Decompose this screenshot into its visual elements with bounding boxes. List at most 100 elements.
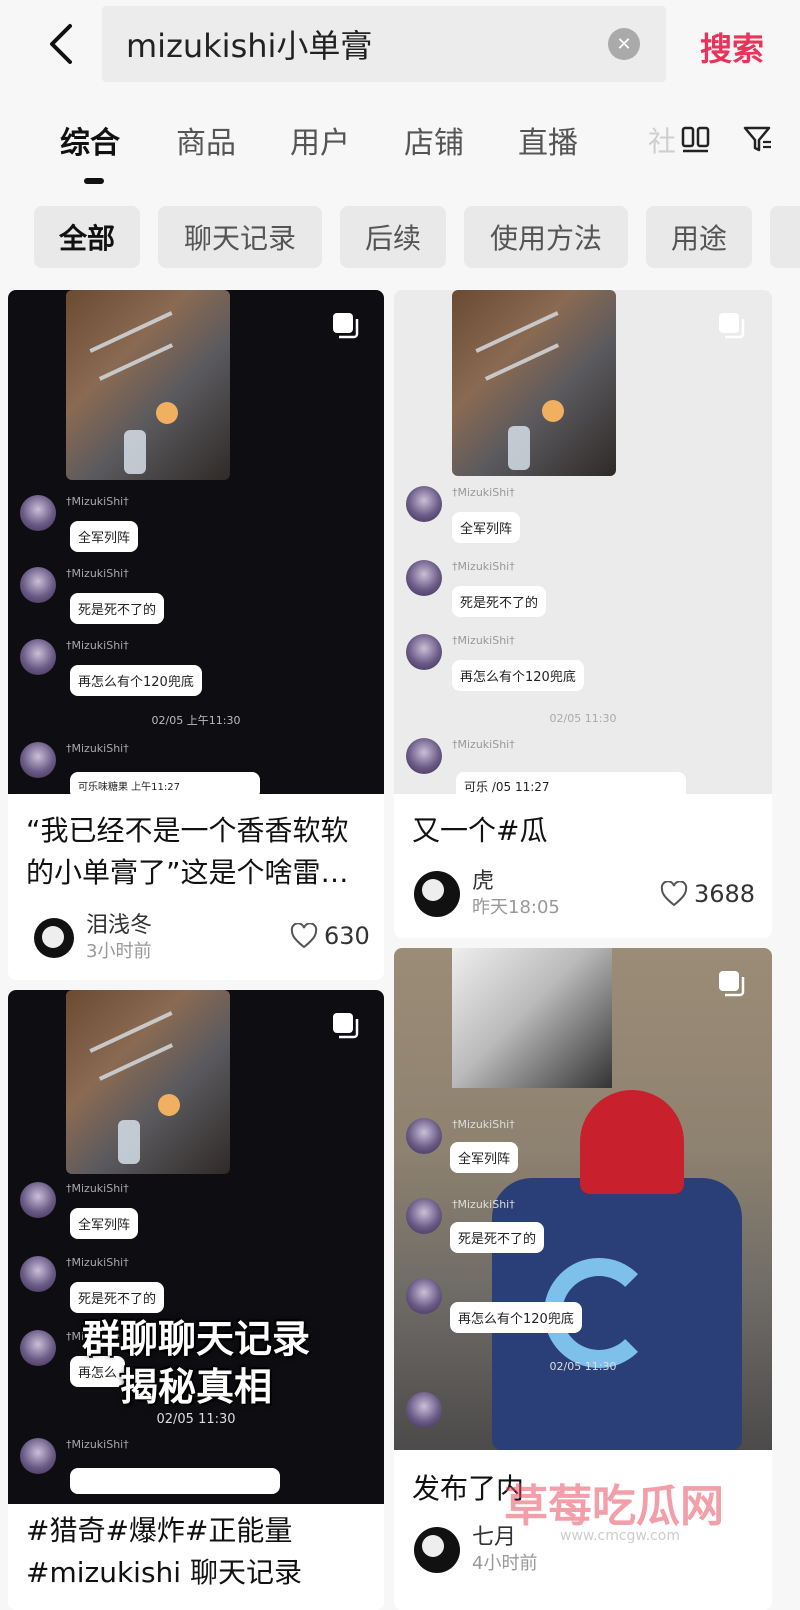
card-author[interactable]: 泪浅冬 3小时前 bbox=[34, 912, 152, 964]
multi-image-icon bbox=[719, 971, 745, 997]
tab-general[interactable]: 综合 bbox=[60, 118, 120, 162]
chat-message: †MizukiShi† 可乐味糖果 上午11:27 bbox=[8, 742, 384, 794]
chat-username: †MizukiShi† bbox=[66, 495, 129, 508]
chat-avatar bbox=[406, 1118, 442, 1154]
active-tab-indicator bbox=[84, 178, 104, 184]
chip-more-partial[interactable] bbox=[770, 206, 800, 268]
clear-search-button[interactable]: ✕ bbox=[608, 28, 640, 60]
chat-bubble: 再怎么有个120兜底 bbox=[450, 1302, 582, 1333]
watermark-text: 草莓吃瓜网 bbox=[504, 1481, 724, 1532]
chat-username: †MizukiShi† bbox=[452, 1198, 515, 1211]
chat-message: †MizukiShi† 全军列阵 bbox=[8, 495, 384, 565]
chat-username: †MizukiShi† bbox=[452, 560, 515, 573]
chat-avatar bbox=[406, 1392, 442, 1428]
chat-avatar bbox=[20, 1438, 56, 1474]
layout-toggle-icon[interactable] bbox=[680, 122, 712, 156]
tab-shops[interactable]: 店铺 bbox=[404, 118, 464, 162]
chat-avatar bbox=[20, 742, 56, 778]
post-time: 4小时前 bbox=[472, 1553, 538, 1574]
chip-purpose[interactable]: 用途 bbox=[646, 206, 752, 268]
result-card[interactable]: †MizukiShi† 全军列阵 †MizukiShi† 死是死不了的 †Miz… bbox=[8, 290, 384, 980]
chat-bubble: 再怎么有个120兜底 bbox=[452, 660, 584, 691]
chip-follow-up[interactable]: 后续 bbox=[340, 206, 446, 268]
card-title-line2: #mizukishi 聊天记录 bbox=[26, 1556, 302, 1589]
heart-icon bbox=[290, 923, 318, 949]
screenshot-photo bbox=[66, 990, 230, 1174]
author-name: 虎 bbox=[472, 869, 495, 894]
author-avatar bbox=[414, 1527, 460, 1573]
author-avatar bbox=[34, 918, 74, 958]
multi-image-icon bbox=[719, 313, 745, 339]
result-card[interactable]: †MizukiShi† 全军列阵 †MizukiShi† 死是死不了的 †Miz… bbox=[394, 290, 772, 938]
chat-bubble: 再怎么有个120兜底 bbox=[70, 665, 202, 696]
chat-bubble: 死是死不了的 bbox=[452, 586, 547, 617]
back-button[interactable] bbox=[38, 20, 82, 68]
chat-username: †MizukiShi† bbox=[66, 742, 129, 755]
watermark-url: www.cmcgw.com bbox=[560, 1528, 680, 1544]
filter-icon[interactable] bbox=[742, 122, 774, 156]
chat-bubble: 死是死不了的 bbox=[70, 593, 165, 624]
topic-filter-chips: 全部 聊天记录 后续 使用方法 用途 bbox=[0, 206, 800, 270]
tab-community[interactable]: 社 bbox=[648, 120, 676, 160]
chat-timestamp: 02/05 11:30 bbox=[549, 1360, 617, 1373]
chat-message: 再怎么有个120兜底 bbox=[394, 1278, 772, 1348]
chat-username: †MizukiShi† bbox=[452, 634, 515, 647]
post-time: 3小时前 bbox=[86, 941, 152, 962]
result-card[interactable]: †MizukiShi† 全军列阵 †MizukiShi† 死是死不了的 †Miz… bbox=[8, 990, 384, 1610]
chat-username: †MizukiShi† bbox=[66, 1182, 129, 1195]
chip-chat-records[interactable]: 聊天记录 bbox=[158, 206, 322, 268]
overlay-caption: 揭秘真相 bbox=[119, 1365, 272, 1409]
search-header: ✕ 搜索 bbox=[0, 0, 800, 92]
chat-bubble: 全军列阵 bbox=[70, 521, 139, 552]
chat-message: †MizukiShi† 再怎么有个120兜底 bbox=[394, 634, 772, 704]
search-input[interactable] bbox=[126, 24, 596, 64]
card-thumbnail: †MizukiShi† 全军列阵 †MizukiShi† 死是死不了的 再怎么有… bbox=[394, 948, 772, 1450]
card-author[interactable]: 虎 昨天18:05 bbox=[414, 868, 560, 920]
chat-avatar bbox=[20, 495, 56, 531]
portrait-photo bbox=[452, 948, 612, 1088]
chat-username: †MizukiShi† bbox=[452, 486, 515, 499]
chat-bubble: 死是死不了的 bbox=[450, 1222, 545, 1253]
chat-bubble bbox=[70, 1468, 280, 1494]
chat-username: †MizukiShi† bbox=[452, 738, 515, 751]
tab-users[interactable]: 用户 bbox=[290, 118, 350, 162]
chip-usage[interactable]: 使用方法 bbox=[464, 206, 628, 268]
chevron-left-icon bbox=[50, 24, 72, 64]
card-title: #猎奇#爆炸#正能量 bbox=[26, 1514, 293, 1547]
author-avatar bbox=[414, 871, 460, 917]
author-name: 泪浅冬 bbox=[86, 913, 153, 938]
like-count: 3688 bbox=[694, 880, 756, 908]
like-button[interactable]: 630 bbox=[290, 922, 370, 950]
chat-message: †MizukiShi† 全军列阵 bbox=[8, 1182, 384, 1252]
heart-icon bbox=[660, 881, 688, 907]
chat-bubble: 全军列阵 bbox=[70, 1208, 139, 1239]
chat-avatar bbox=[406, 1278, 442, 1314]
chat-username: †MizukiShi† bbox=[66, 1438, 129, 1451]
chat-bubble: 可乐 /05 11:27 bbox=[456, 772, 686, 794]
chat-message: †MizukiShi† 死是死不了的 bbox=[8, 567, 384, 637]
multi-image-icon bbox=[333, 1013, 359, 1039]
chip-all[interactable]: 全部 bbox=[34, 206, 140, 268]
search-button[interactable]: 搜索 bbox=[700, 24, 764, 70]
chat-avatar bbox=[20, 1256, 56, 1292]
chat-bubble: 可乐味糖果 上午11:27 bbox=[70, 772, 260, 794]
card-title: “我已经不是一个香香软软的小单膏了”这是个啥雷… bbox=[26, 814, 349, 889]
overlay-caption: 群聊聊天记录 bbox=[81, 1317, 310, 1361]
chat-username: †MizukiShi† bbox=[452, 1118, 515, 1131]
chat-avatar bbox=[406, 486, 442, 522]
chat-message: †MizukiShi† 死是死不了的 bbox=[394, 1198, 772, 1268]
chat-message: †MizukiShi† 可乐 /05 11:27 bbox=[394, 738, 772, 794]
card-thumbnail: †MizukiShi† 全军列阵 †MizukiShi† 死是死不了的 †Miz… bbox=[8, 290, 384, 794]
tab-live[interactable]: 直播 bbox=[518, 118, 578, 162]
like-button[interactable]: 3688 bbox=[660, 880, 755, 908]
search-bar[interactable]: ✕ bbox=[102, 6, 666, 82]
screenshot-photo bbox=[66, 290, 230, 480]
card-title: 又一个#瓜 bbox=[412, 814, 548, 847]
tab-products[interactable]: 商品 bbox=[176, 118, 236, 162]
chat-avatar bbox=[406, 634, 442, 670]
post-time: 昨天18:05 bbox=[472, 897, 560, 918]
chat-avatar bbox=[20, 639, 56, 675]
close-circle-icon: ✕ bbox=[616, 33, 632, 55]
chat-bubble: 全军列阵 bbox=[452, 512, 521, 543]
chat-username: †MizukiShi† bbox=[66, 567, 129, 580]
